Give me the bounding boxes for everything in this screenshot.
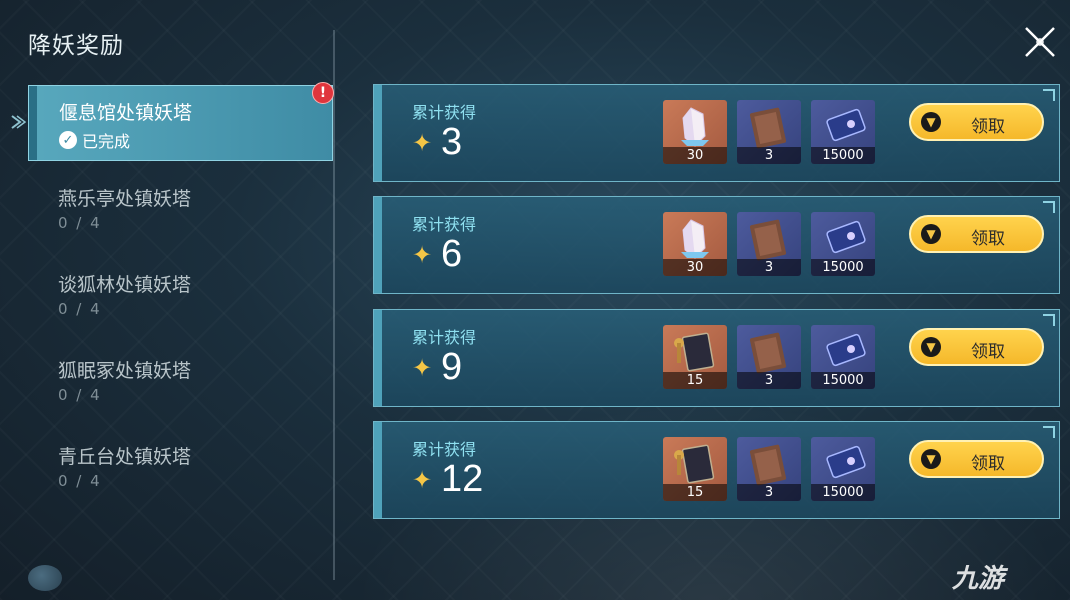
row-accent — [374, 197, 382, 293]
star-icon: ✦ — [412, 241, 433, 269]
row-accent — [374, 422, 382, 518]
item-quantity: 15000 — [811, 484, 875, 501]
claim-label: 领取 — [971, 454, 1005, 474]
claim-label: 领取 — [971, 342, 1005, 362]
sidebar-item-label: 偃息馆处镇妖塔 — [59, 102, 193, 124]
sidebar-item-progress: 0 / 4 — [58, 472, 102, 490]
download-arrow-icon: ▼ — [921, 337, 941, 357]
reward-item-tome[interactable]: 15 — [663, 437, 727, 501]
claim-button[interactable]: ▼ 领取 — [909, 440, 1044, 478]
watermark: 九游 — [952, 558, 1004, 595]
sidebar-item-tanhulin[interactable]: 谈狐林处镇妖塔 0 / 4 — [28, 258, 333, 334]
item-quantity: 15000 — [811, 372, 875, 389]
pointer-arrow-icon — [11, 115, 26, 129]
download-arrow-icon: ▼ — [921, 449, 941, 469]
reward-item-ticket[interactable]: 15000 — [811, 325, 875, 389]
item-quantity: 30 — [663, 259, 727, 276]
item-quantity: 3 — [737, 147, 801, 164]
reward-label: 累计获得 — [412, 215, 477, 234]
sidebar-item-yanxiguan[interactable]: 偃息馆处镇妖塔 ✓ 已完成 ! — [28, 82, 334, 161]
item-quantity: 3 — [737, 372, 801, 389]
watermark-text: 九游 — [952, 564, 1005, 594]
reward-row: 累计获得 ✦ 12 15 3 15000 ▼ 领取 — [373, 421, 1060, 519]
row-accent — [374, 85, 382, 181]
sidebar-item-label: 燕乐亭处镇妖塔 — [58, 188, 192, 210]
reward-row: 累计获得 ✦ 9 15 3 15000 ▼ 领取 — [373, 309, 1060, 407]
corner-decoration — [1043, 426, 1055, 438]
row-accent — [374, 310, 382, 406]
corner-decoration — [1043, 314, 1055, 326]
reward-item-book[interactable]: 3 — [737, 437, 801, 501]
reward-threshold: 9 — [441, 346, 463, 388]
item-quantity: 15000 — [811, 147, 875, 164]
star-icon: ✦ — [412, 354, 433, 382]
item-quantity: 30 — [663, 147, 727, 164]
download-arrow-icon: ▼ — [921, 112, 941, 132]
sidebar-item-accent — [29, 86, 37, 160]
claim-label: 领取 — [971, 117, 1005, 137]
sidebar-item-humianzhong[interactable]: 狐眠冢处镇妖塔 0 / 4 — [28, 344, 333, 420]
reward-threshold: 6 — [441, 233, 463, 275]
item-quantity: 3 — [737, 259, 801, 276]
page-title: 降妖奖励 — [28, 33, 124, 59]
reward-item-crystal[interactable]: 30 — [663, 100, 727, 164]
check-icon: ✓ — [59, 131, 77, 149]
reward-item-book[interactable]: 3 — [737, 325, 801, 389]
decorative-creature-icon — [28, 565, 62, 591]
close-icon[interactable] — [1022, 24, 1058, 60]
download-arrow-icon: ▼ — [921, 224, 941, 244]
sidebar-item-progress: 0 / 4 — [58, 214, 102, 232]
reward-label: 累计获得 — [412, 440, 477, 459]
alert-icon: ! — [312, 82, 334, 104]
sidebar-divider — [333, 30, 335, 580]
reward-label: 累计获得 — [412, 328, 477, 347]
completed-status: ✓ 已完成 — [59, 128, 130, 152]
item-quantity: 15 — [663, 484, 727, 501]
claim-label: 领取 — [971, 229, 1005, 249]
status-text: 已完成 — [82, 132, 131, 151]
item-quantity: 15000 — [811, 259, 875, 276]
reward-item-ticket[interactable]: 15000 — [811, 100, 875, 164]
claim-button[interactable]: ▼ 领取 — [909, 215, 1044, 253]
sidebar-item-yanleting[interactable]: 燕乐亭处镇妖塔 0 / 4 — [28, 172, 333, 248]
reward-row: 累计获得 ✦ 6 30 3 15000 ▼ 领取 — [373, 196, 1060, 294]
reward-row: 累计获得 ✦ 3 30 3 15000 ▼ 领取 — [373, 84, 1060, 182]
sidebar-item-label: 狐眠冢处镇妖塔 — [58, 360, 192, 382]
sidebar-item-qingqiutai[interactable]: 青丘台处镇妖塔 0 / 4 — [28, 430, 333, 506]
sidebar-item-label: 谈狐林处镇妖塔 — [58, 274, 192, 296]
claim-button[interactable]: ▼ 领取 — [909, 103, 1044, 141]
reward-item-crystal[interactable]: 30 — [663, 212, 727, 276]
item-quantity: 3 — [737, 484, 801, 501]
reward-item-book[interactable]: 3 — [737, 100, 801, 164]
reward-threshold: 12 — [441, 458, 484, 500]
reward-label: 累计获得 — [412, 103, 477, 122]
reward-item-ticket[interactable]: 15000 — [811, 212, 875, 276]
reward-threshold: 3 — [441, 121, 463, 163]
sidebar-item-progress: 0 / 4 — [58, 300, 102, 318]
corner-decoration — [1043, 89, 1055, 101]
reward-item-ticket[interactable]: 15000 — [811, 437, 875, 501]
sidebar-item-label: 青丘台处镇妖塔 — [58, 446, 192, 468]
reward-item-tome[interactable]: 15 — [663, 325, 727, 389]
sidebar-item-progress: 0 / 4 — [58, 386, 102, 404]
reward-item-book[interactable]: 3 — [737, 212, 801, 276]
star-icon: ✦ — [412, 129, 433, 157]
claim-button[interactable]: ▼ 领取 — [909, 328, 1044, 366]
star-icon: ✦ — [412, 466, 433, 494]
corner-decoration — [1043, 201, 1055, 213]
item-quantity: 15 — [663, 372, 727, 389]
